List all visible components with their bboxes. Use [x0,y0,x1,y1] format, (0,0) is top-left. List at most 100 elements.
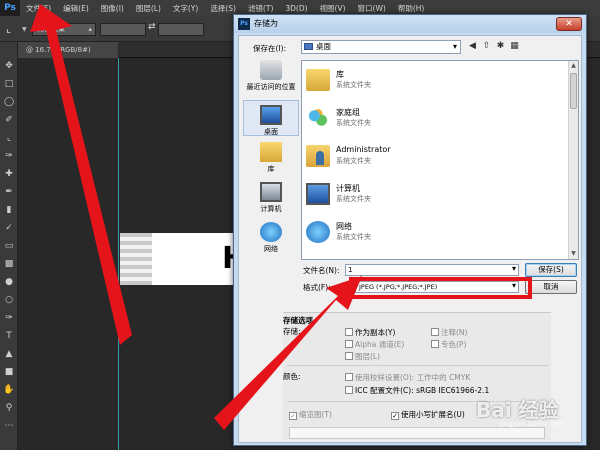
place-library-label: 库 [267,165,275,173]
icc-profile-label: ICC 配置文件(C): [355,386,414,395]
shape-tool-icon[interactable]: ■ [3,366,15,378]
as-copy-checkbox[interactable]: 作为副本(Y) [345,327,395,338]
checkbox-box[interactable] [431,328,439,336]
scroll-down-icon[interactable]: ▼ [569,249,578,259]
proof-setup-checkbox[interactable]: 使用校样设置(O): 工作中的 CMYK [345,372,470,383]
item-name: 库 [336,70,344,79]
checkbox-box[interactable] [345,373,353,381]
item-type: 系统文件夹 [336,157,371,165]
save-in-label: 保存在(I): [253,44,287,53]
notes-label: 注释(N) [441,328,468,337]
checkbox-box[interactable] [345,340,353,348]
lasso-tool-icon[interactable]: ◯ [3,96,15,108]
place-computer-label: 计算机 [260,205,282,213]
list-item[interactable]: 库 系统文件夹 [304,65,564,101]
quick-select-tool-icon[interactable]: ✐ [3,114,15,126]
save-in-dropdown[interactable]: 桌面 [301,40,461,54]
menu-filter[interactable]: 滤镜(T) [242,3,279,14]
notes-checkbox[interactable]: 注释(N) [431,327,467,338]
pen-tool-icon[interactable]: ✑ [3,312,15,324]
checkbox-box-checked[interactable]: ✓ [289,412,297,420]
menu-type[interactable]: 文字(Y) [167,3,204,14]
history-brush-tool-icon[interactable]: ✓ [3,222,15,234]
eyedropper-tool-icon[interactable]: ✑ [3,150,15,162]
layers-checkbox[interactable]: 图层(L) [345,351,380,362]
back-icon[interactable]: ◀ [467,41,478,52]
filename-field[interactable]: 1 [345,264,519,276]
menu-3d[interactable]: 3D(D) [279,4,313,13]
item-type: 系统文件夹 [336,81,371,89]
list-item[interactable]: Administrator 系统文件夹 [304,141,564,177]
color-label: 颜色: [283,372,301,381]
gradient-tool-icon[interactable]: ▩ [3,258,15,270]
view-menu-icon[interactable]: ▦ [509,41,520,52]
menu-edit[interactable]: 编辑(E) [57,3,95,14]
menu-layer[interactable]: 图层(L) [130,3,167,14]
width-field[interactable] [100,23,146,36]
marquee-tool-icon[interactable]: □ [3,78,15,90]
place-recent[interactable]: 最近访问的位置 [243,60,299,92]
alpha-checkbox[interactable]: Alpha 通道(E) [345,339,404,350]
list-item[interactable]: 网络 系统文件夹 [304,217,564,253]
eraser-tool-icon[interactable]: ▭ [3,240,15,252]
swap-icon[interactable]: ⇄ [148,22,156,32]
tool-preset-arrow-icon[interactable]: ▼ [22,26,27,33]
height-field[interactable] [158,23,204,36]
close-button[interactable]: ✕ [556,17,582,31]
spot-color-checkbox[interactable]: 专色(P) [431,339,466,350]
checkbox-box[interactable] [345,386,353,394]
thumbnail-checkbox[interactable]: ✓ 缩览图(T) [289,409,332,420]
brush-tool-icon[interactable]: ✒ [3,186,15,198]
place-computer[interactable]: 计算机 [243,182,299,214]
hand-tool-icon[interactable]: ✋ [3,384,15,396]
zoom-tool-icon[interactable]: ⚲ [3,402,15,414]
proof-setup-value: 工作中的 CMYK [416,373,471,382]
vertical-scrollbar[interactable]: ▲ ▼ [568,61,578,259]
up-folder-icon[interactable]: ⇧ [481,41,492,52]
crop-tool-icon[interactable]: ⌞ [6,23,18,35]
save-as-dialog: Ps 存储为 ✕ 保存在(I): 桌面 ◀ ⇧ ✱ ▦ 最近访问的位置 桌面 库 [233,14,587,446]
crop-tool-icon[interactable]: ⌞ [3,132,15,144]
lowercase-ext-checkbox[interactable]: ✓ 使用小写扩展名(U) [391,409,465,420]
cancel-button[interactable]: 取消 [525,280,577,294]
blur-tool-icon[interactable]: ● [3,276,15,288]
menu-file[interactable]: 文件(F) [20,3,57,14]
document-tab[interactable]: @ 16.7%(RGB/8#) [18,42,118,58]
computer-icon [260,182,282,202]
dodge-tool-icon[interactable]: ○ [3,294,15,306]
more-tools-icon[interactable]: ⋯ [3,420,15,432]
as-copy-label: 作为副本(Y) [355,328,396,337]
menu-select[interactable]: 选择(S) [204,3,242,14]
item-name: 网络 [336,222,352,231]
checkbox-box[interactable] [431,340,439,348]
place-desktop[interactable]: 桌面 [243,100,299,136]
dialog-body: 保存在(I): 桌面 ◀ ⇧ ✱ ▦ 最近访问的位置 桌面 库 计算机 [238,35,582,443]
menu-help[interactable]: 帮助(H) [392,3,431,14]
list-item[interactable]: 计算机 系统文件夹 [304,179,564,215]
menu-image[interactable]: 图像(I) [95,3,130,14]
checkbox-box-checked[interactable]: ✓ [391,412,399,420]
menu-view[interactable]: 视图(V) [314,3,352,14]
new-folder-icon[interactable]: ✱ [495,41,506,52]
scroll-thumb[interactable] [570,73,577,109]
save-button[interactable]: 保存(S) [525,263,577,277]
healing-tool-icon[interactable]: ✚ [3,168,15,180]
place-network[interactable]: 网络 [243,222,299,254]
menu-window[interactable]: 窗口(W) [352,3,392,14]
checkbox-box[interactable] [345,328,353,336]
recent-places-icon [260,60,282,80]
list-item[interactable]: 家庭组 系统文件夹 [304,103,564,139]
move-tool-icon[interactable]: ✥ [3,60,15,72]
scroll-up-icon[interactable]: ▲ [569,61,578,71]
place-library[interactable]: 库 [243,142,299,174]
icc-profile-checkbox[interactable]: ICC 配置文件(C): sRGB IEC61966-2.1 [345,385,489,396]
item-type: 系统文件夹 [336,119,371,127]
options-heading: 存储选项 [283,316,313,325]
path-select-tool-icon[interactable]: ▲ [3,348,15,360]
checkbox-box[interactable] [345,352,353,360]
type-tool-icon[interactable]: T [3,330,15,342]
ratio-select[interactable]: 比例约束 [32,23,96,36]
dialog-titlebar[interactable]: Ps 存储为 ✕ [234,15,586,33]
item-type: 系统文件夹 [336,195,371,203]
stamp-tool-icon[interactable]: ▮ [3,204,15,216]
